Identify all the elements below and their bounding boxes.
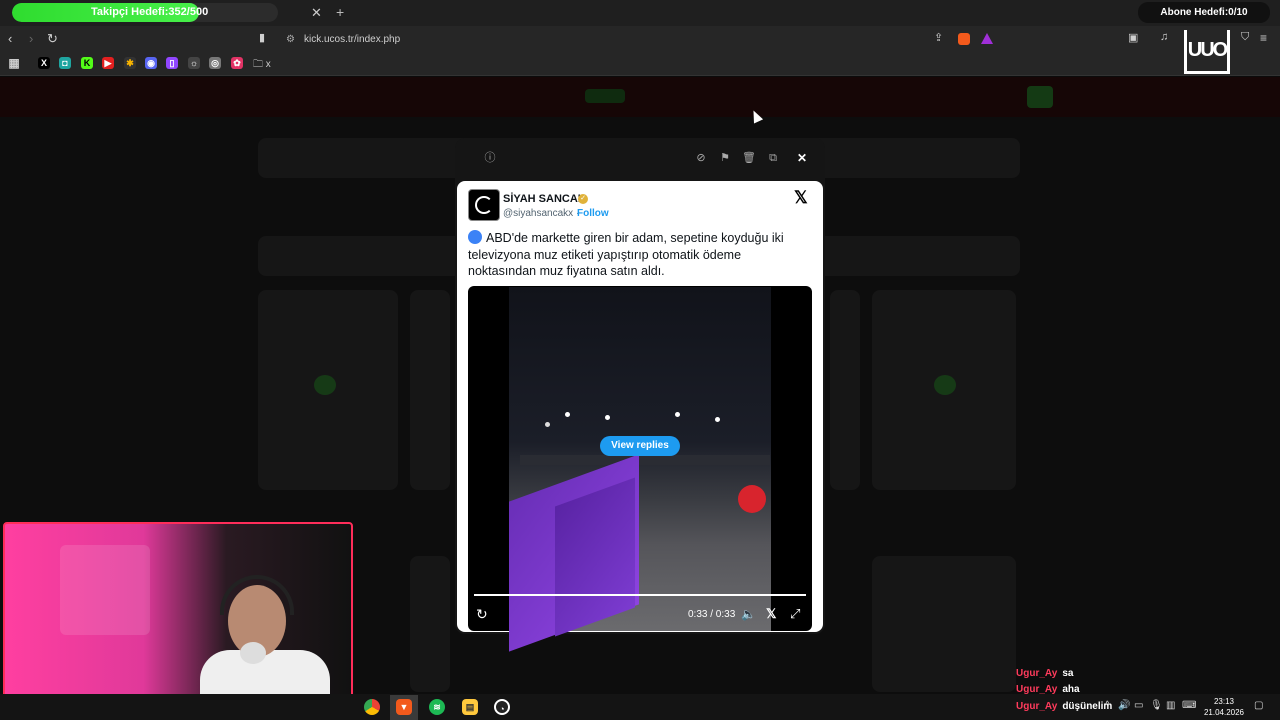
tweet-text: ABD'de markette giren bir adam, sepetine… (468, 230, 812, 280)
notification-icon[interactable]: ▢ (1254, 700, 1263, 711)
url-text: kick.ucos.tr/index.php (304, 34, 401, 45)
clock-time: 23:13 (1213, 697, 1235, 706)
parking-lights (565, 412, 570, 417)
block-icon[interactable]: ⊘ (693, 150, 709, 166)
bookmark-tweet-icon[interactable]: ⚑ (717, 150, 733, 166)
sidebar-icon[interactable]: ▣ (1128, 31, 1138, 44)
forward-icon[interactable]: › (29, 31, 33, 46)
page-header-dimmed (0, 77, 1280, 117)
open-external-icon[interactable]: ⧉ (765, 150, 781, 166)
red-ball (738, 485, 766, 513)
spotify-taskbar-icon[interactable]: ≋ (429, 699, 445, 715)
x-bookmark-icon[interactable]: X (38, 57, 50, 69)
author-name[interactable]: SİYAH SANCAK (503, 193, 586, 205)
chat-text: düşünelim (1062, 701, 1113, 712)
fullscreen-icon[interactable]: ⤢ (790, 606, 800, 622)
reload-icon[interactable]: ↻ (47, 31, 58, 47)
parked-cars (520, 455, 770, 465)
channel-watermark-logo: UUO (1184, 30, 1230, 74)
network-icon[interactable]: ▥ (1166, 700, 1175, 711)
x-logo-icon[interactable]: 𝕏 (794, 188, 808, 208)
folder-icon: 🗀 (253, 59, 263, 70)
back-icon[interactable]: ‹ (8, 31, 12, 46)
brave-rewards-icon[interactable] (981, 33, 993, 44)
bookmark-folder[interactable]: 🗀 x (253, 57, 271, 74)
mic-tray-icon[interactable]: 🎙 (1150, 700, 1163, 711)
microphone (240, 642, 266, 664)
tab-title: Takipçi Hedefi:352/500 (91, 6, 209, 18)
clock-date: 21.04.2026 (1203, 708, 1245, 717)
subscriber-goal-badge: Abone Hedefi:0/10 (1138, 2, 1270, 23)
site-info-icon[interactable]: ⚙ (286, 31, 295, 49)
close-modal-icon[interactable]: ✕ (794, 150, 810, 166)
chat-message: Ugur_Ay sa (1016, 668, 1073, 679)
vpn-icon[interactable]: ⛉ (1241, 31, 1249, 44)
webcam-light-box (60, 545, 150, 635)
tweet-body: ABD'de markette giren bir adam, sepetine… (468, 231, 784, 278)
chat-message: Ugur_Ay düşünelim (1016, 701, 1112, 712)
chrome-taskbar-icon[interactable] (364, 699, 380, 715)
share-icon[interactable]: ⇪ (934, 31, 943, 44)
avatar[interactable] (468, 189, 500, 221)
bookmark-folder-label: x (265, 59, 271, 70)
dimmed-logo (585, 89, 625, 103)
blue-circle-icon (468, 230, 482, 244)
bookmark-icon-5[interactable]: ✱ (124, 57, 136, 69)
bookmark-icon-8[interactable]: ☼ (188, 57, 200, 69)
replay-icon[interactable]: ↻ (476, 606, 488, 623)
chat-text: sa (1062, 668, 1074, 679)
speaker-icon[interactable]: 🔊 (1118, 700, 1130, 711)
video-time: 0:33 / 0:33 (688, 609, 736, 620)
address-bar[interactable]: ⚙ kick.ucos.tr/index.php (278, 31, 1000, 49)
browser-tab[interactable]: Takipçi Hedefi:352/500 (12, 3, 278, 22)
bookmark-icon-9[interactable]: ◎ (209, 57, 221, 69)
verified-badge-icon: ✓ (578, 194, 588, 204)
clock[interactable]: 23:13 21.04.2026 (1202, 696, 1246, 718)
keyboard-icon[interactable]: ⌨ (1182, 700, 1196, 711)
youtube-bookmark-icon[interactable]: ▶ (102, 57, 114, 69)
discord-bookmark-icon[interactable]: ◉ (145, 57, 157, 69)
delete-icon[interactable]: 🗑 (741, 150, 757, 166)
crescent-icon (475, 196, 493, 214)
files-taskbar-icon[interactable]: ▤ (462, 699, 478, 715)
author-handle-text: @siyahsancakx (503, 208, 574, 219)
tray-icon[interactable]: ▭ (1134, 700, 1143, 711)
follow-button[interactable]: Follow (577, 208, 609, 219)
new-tab-icon[interactable]: + (336, 4, 344, 20)
brave-shield-icon[interactable] (958, 33, 970, 45)
volume-icon[interactable]: 🔈 (741, 607, 756, 621)
dimmed-card (410, 556, 450, 692)
obs-taskbar-icon[interactable]: ◔ (494, 699, 510, 715)
x-video-icon[interactable]: 𝕏 (766, 606, 776, 622)
dimmed-green-dot (934, 375, 956, 395)
chat-username: Ugur_Ay (1016, 668, 1058, 679)
dimmed-card (830, 290, 860, 490)
apps-grid-icon[interactable]: ▦ (8, 57, 20, 69)
dimmed-button (1027, 86, 1053, 108)
twitch-bookmark-icon[interactable]: ▯ (166, 57, 178, 69)
brave-taskbar-icon[interactable]: ▼ (396, 699, 412, 715)
bookmark-icon[interactable]: ▮ (259, 31, 265, 44)
dimmed-card (410, 290, 450, 490)
author-handle[interactable]: @siyahsancakx · (503, 208, 579, 219)
kick-bookmark-icon[interactable]: K (81, 57, 93, 69)
menu-icon[interactable]: ≡ (1260, 31, 1267, 45)
video-progress-bar[interactable] (474, 594, 806, 596)
bookmark-icon-2[interactable]: ◘ (59, 57, 71, 69)
view-replies-button[interactable]: View replies (600, 436, 680, 456)
close-tab-icon[interactable]: ✕ (311, 5, 322, 21)
bookmark-icon-10[interactable]: ✿ (231, 57, 243, 69)
info-icon[interactable]: ⓘ (482, 150, 498, 166)
chat-username: Ugur_Ay (1016, 701, 1058, 712)
dimmed-card (872, 556, 1016, 692)
media-icon[interactable]: ♫ (1160, 31, 1168, 43)
dimmed-green-dot (314, 375, 336, 395)
